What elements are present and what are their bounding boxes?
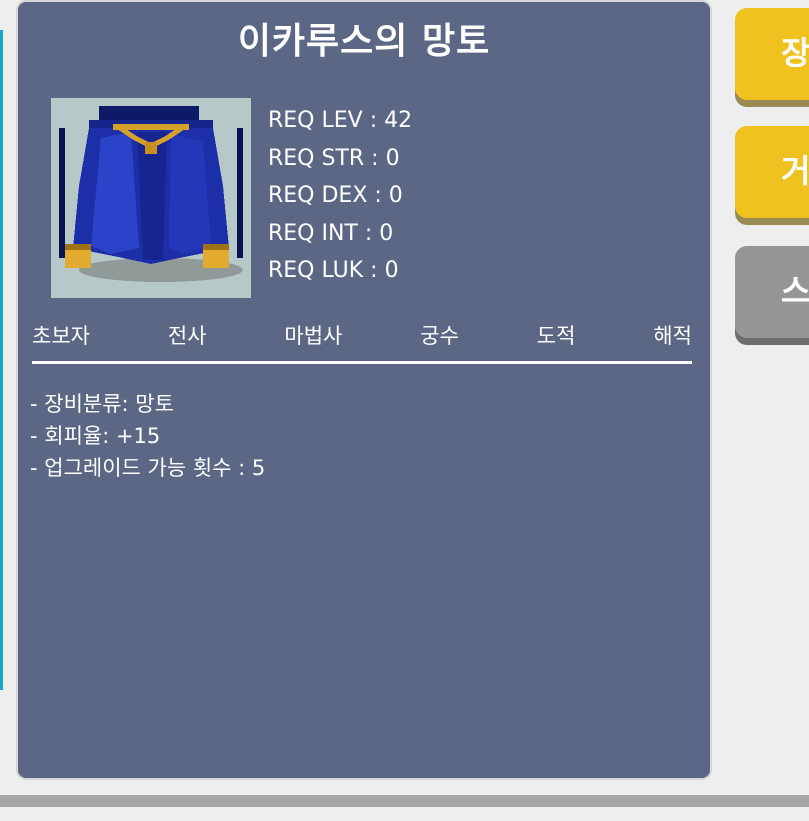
item-title: 이카루스의 망토 bbox=[237, 21, 491, 62]
blue-cape-icon bbox=[51, 98, 251, 298]
item-description: - 장비분류: 망토 - 회피율: +15 - 업그레이드 가능 횟수 : 5 bbox=[30, 388, 265, 484]
job-warrior: 전사 bbox=[167, 324, 207, 348]
job-beginner: 초보자 bbox=[32, 324, 90, 348]
trade-button[interactable]: 거 bbox=[735, 126, 809, 218]
req-dex: REQ DEX : 0 bbox=[268, 183, 403, 208]
req-int: REQ INT : 0 bbox=[268, 220, 394, 246]
item-detail-panel: 이카루스의 망토 REQ LEV : 42 REQ STR : 0 REQ DE… bbox=[18, 2, 710, 778]
req-level: REQ LEV : 42 bbox=[268, 108, 413, 133]
job-thief: 도적 bbox=[536, 324, 576, 348]
job-bowman: 궁수 bbox=[420, 324, 459, 348]
req-str: REQ STR : 0 bbox=[268, 145, 400, 171]
desc-category: - 장비분류: 망토 bbox=[30, 392, 174, 416]
bottom-bar bbox=[0, 795, 809, 807]
equip-button[interactable]: 장 bbox=[735, 8, 809, 100]
desc-upgrade-slots: - 업그레이드 가능 횟수 : 5 bbox=[30, 456, 266, 480]
item-requirements: REQ LEV : 42 REQ STR : 0 REQ DEX : 0 REQ… bbox=[268, 102, 412, 290]
job-pirate: 해적 bbox=[653, 324, 692, 348]
divider bbox=[32, 361, 692, 364]
req-luk: REQ LUK : 0 bbox=[268, 258, 399, 283]
skill-button[interactable]: 스 bbox=[735, 246, 809, 338]
job-magician: 마법사 bbox=[284, 324, 343, 348]
desc-avoidability: - 회피율: +15 bbox=[30, 424, 161, 448]
job-list: 초보자 전사 마법사 궁수 도적 해적 bbox=[32, 320, 692, 354]
left-panel-edge bbox=[0, 30, 3, 690]
